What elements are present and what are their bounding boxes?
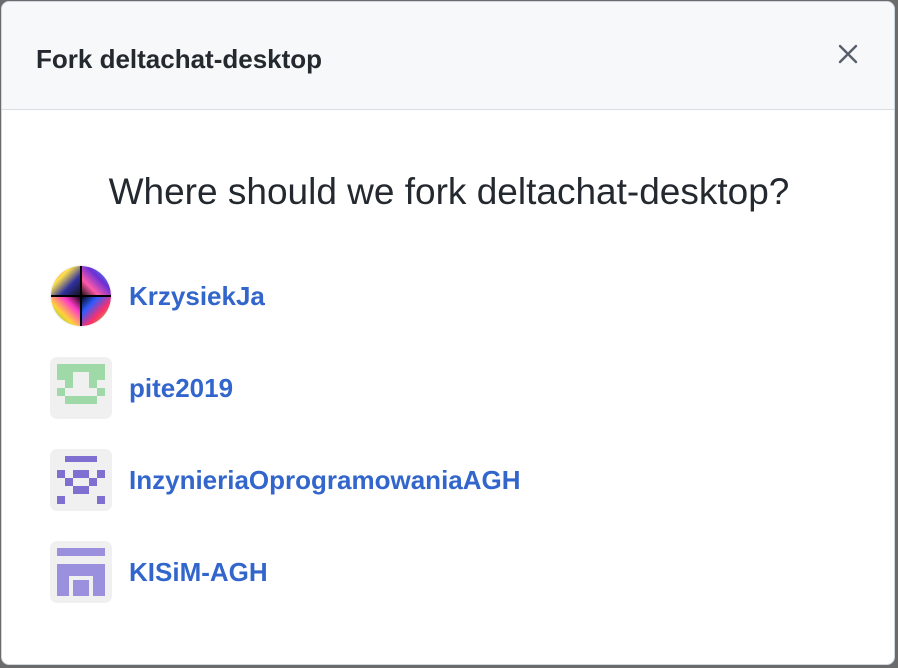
owner-item-krzysiekja[interactable]: KrzysiekJa (51, 266, 521, 326)
owner-item-pite2019[interactable]: pite2019 (51, 358, 521, 418)
identicon-avatar (51, 358, 111, 418)
owner-link-pite2019[interactable]: pite2019 (129, 371, 233, 405)
identicon-avatar (51, 542, 111, 602)
owner-link-inzynieriaoprogramowaniaagh[interactable]: InzynieriaOprogramowaniaAGH (129, 463, 521, 497)
dialog-title: Fork deltachat-desktop (36, 44, 323, 74)
x-icon (830, 43, 866, 65)
owner-link-krzysiekja[interactable]: KrzysiekJa (129, 279, 265, 313)
owner-list: KrzysiekJa pite2019 InzynieriaOprogramow… (51, 266, 521, 634)
close-button[interactable] (830, 36, 866, 72)
fork-question: Where should we fork deltachat-desktop? (108, 171, 790, 212)
dialog-header: Fork deltachat-desktop (2, 2, 894, 110)
owner-item-inzynieriaoprogramowaniaagh[interactable]: InzynieriaOprogramowaniaAGH (51, 450, 521, 510)
fork-dialog: Fork deltachat-desktop Where should we f… (1, 1, 895, 665)
identicon-avatar (51, 450, 111, 510)
owner-link-kisim-agh[interactable]: KISiM-AGH (129, 555, 268, 589)
rainbow-avatar (51, 266, 111, 326)
owner-item-kisim-agh[interactable]: KISiM-AGH (51, 542, 521, 602)
